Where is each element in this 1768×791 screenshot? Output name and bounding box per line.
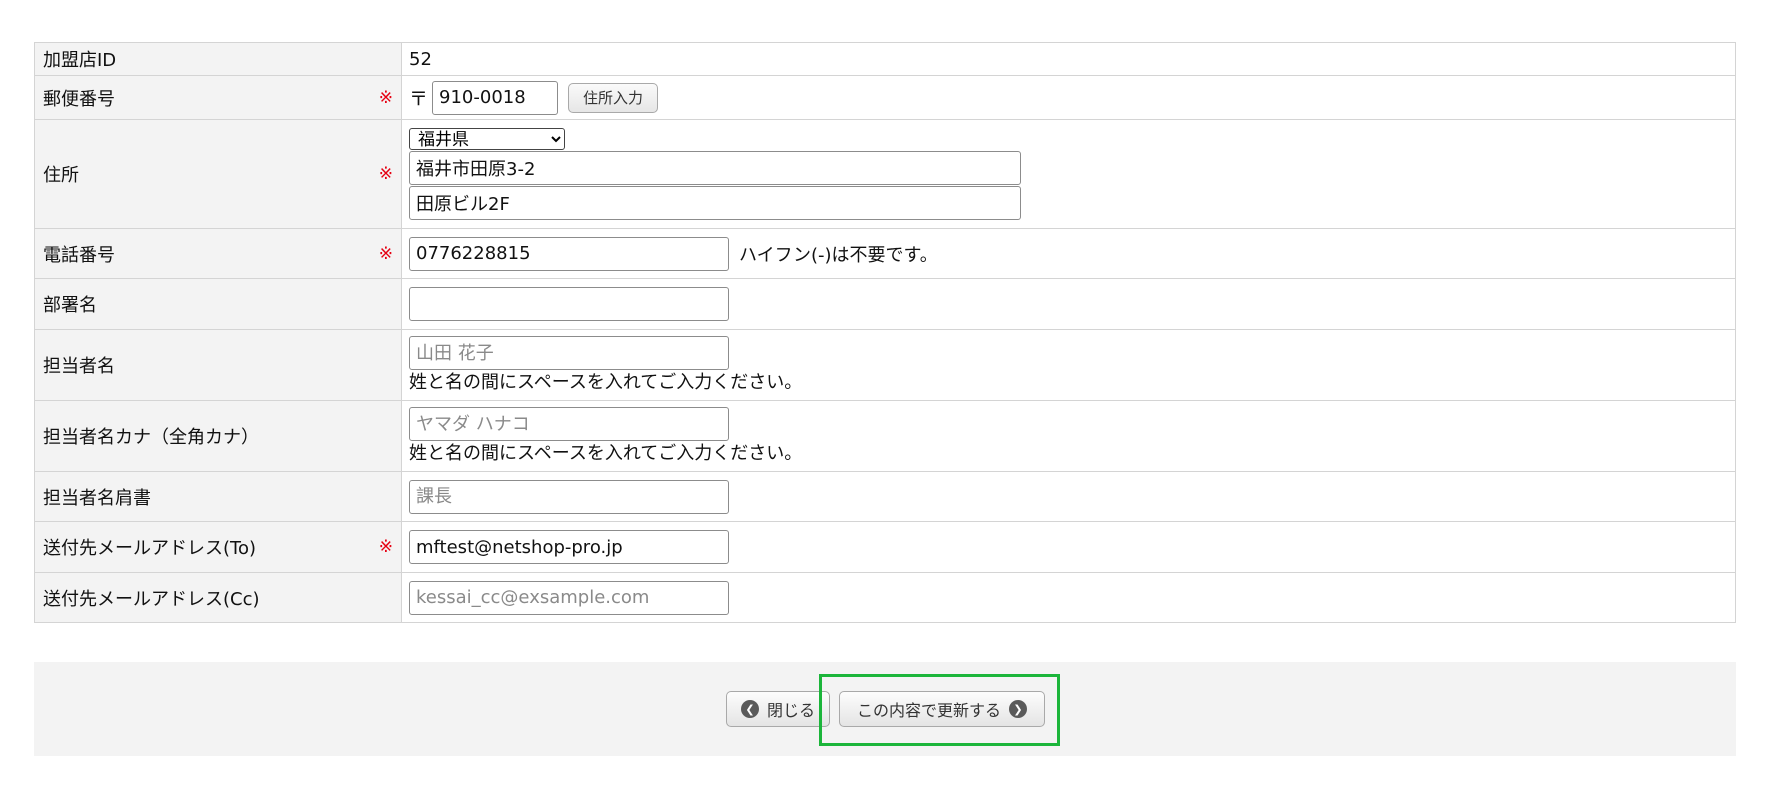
- row-contact-name: 担当者名 姓と名の間にスペースを入れてご入力ください。: [34, 329, 1736, 401]
- address-label: 住所: [43, 165, 79, 186]
- row-contact-kana: 担当者名カナ（全角カナ） 姓と名の間にスペースを入れてご入力ください。: [34, 400, 1736, 472]
- chevron-right-circle-icon: ❯: [1009, 700, 1027, 718]
- phone-label: 電話番号: [43, 244, 115, 266]
- contact-kana-label: 担当者名カナ（全角カナ）: [34, 400, 402, 472]
- postal-mark: 〒: [409, 88, 429, 110]
- postal-code-input[interactable]: [432, 80, 559, 115]
- email-to-input[interactable]: [409, 530, 729, 564]
- contact-title-label: 担当者名肩書: [34, 471, 402, 522]
- row-merchant-id: 加盟店ID 52: [34, 42, 1736, 76]
- required-mark: ※: [378, 537, 393, 557]
- row-address: 住所 ※ 福井県: [34, 119, 1736, 229]
- required-mark: ※: [378, 87, 393, 108]
- postal-label: 郵便番号: [43, 88, 115, 110]
- address-lookup-button[interactable]: 住所入力: [568, 82, 659, 113]
- close-button-label: 閉じる: [766, 701, 815, 720]
- address-line1-input[interactable]: [409, 151, 1021, 185]
- contact-kana-input[interactable]: [409, 407, 729, 441]
- address-line2-input[interactable]: [409, 186, 1021, 220]
- merchant-id-label: 加盟店ID: [34, 42, 402, 76]
- department-label: 部署名: [34, 278, 402, 330]
- update-button-label: この内容で更新する: [856, 701, 1001, 720]
- prefecture-select[interactable]: 福井県: [409, 128, 565, 150]
- form-footer: ❮ 閉じる この内容で更新する ❯: [34, 662, 1736, 756]
- department-input[interactable]: [409, 287, 729, 321]
- chevron-left-circle-icon: ❮: [740, 700, 759, 718]
- merchant-form-table: 加盟店ID 52 郵便番号 ※ 〒 住所入力 住所 ※ 福井県: [34, 42, 1736, 623]
- required-mark: ※: [378, 164, 393, 184]
- contact-kana-note: 姓と名の間にスペースを入れてご入力ください。: [409, 443, 803, 464]
- contact-name-label: 担当者名: [34, 329, 402, 401]
- contact-title-input[interactable]: [409, 479, 729, 514]
- row-postal: 郵便番号 ※ 〒 住所入力: [34, 75, 1736, 120]
- row-contact-title: 担当者名肩書: [34, 471, 1736, 522]
- phone-hint: ハイフン(-)は不要です。: [739, 244, 938, 266]
- email-to-label: 送付先メールアドレス(To): [43, 538, 256, 559]
- row-department: 部署名: [34, 278, 1736, 330]
- contact-name-note: 姓と名の間にスペースを入れてご入力ください。: [409, 372, 803, 393]
- email-cc-label: 送付先メールアドレス(Cc): [34, 572, 402, 623]
- required-mark: ※: [378, 243, 393, 264]
- update-button[interactable]: この内容で更新する ❯: [839, 691, 1045, 727]
- row-phone: 電話番号 ※ ハイフン(-)は不要です。: [34, 228, 1736, 279]
- row-email-to: 送付先メールアドレス(To) ※: [34, 521, 1736, 573]
- merchant-id-value: 52: [401, 42, 1736, 76]
- close-button[interactable]: ❮ 閉じる: [726, 691, 830, 727]
- row-email-cc: 送付先メールアドレス(Cc): [34, 572, 1736, 623]
- phone-input[interactable]: [409, 236, 729, 271]
- contact-name-input[interactable]: [409, 336, 729, 370]
- email-cc-input[interactable]: [409, 580, 729, 615]
